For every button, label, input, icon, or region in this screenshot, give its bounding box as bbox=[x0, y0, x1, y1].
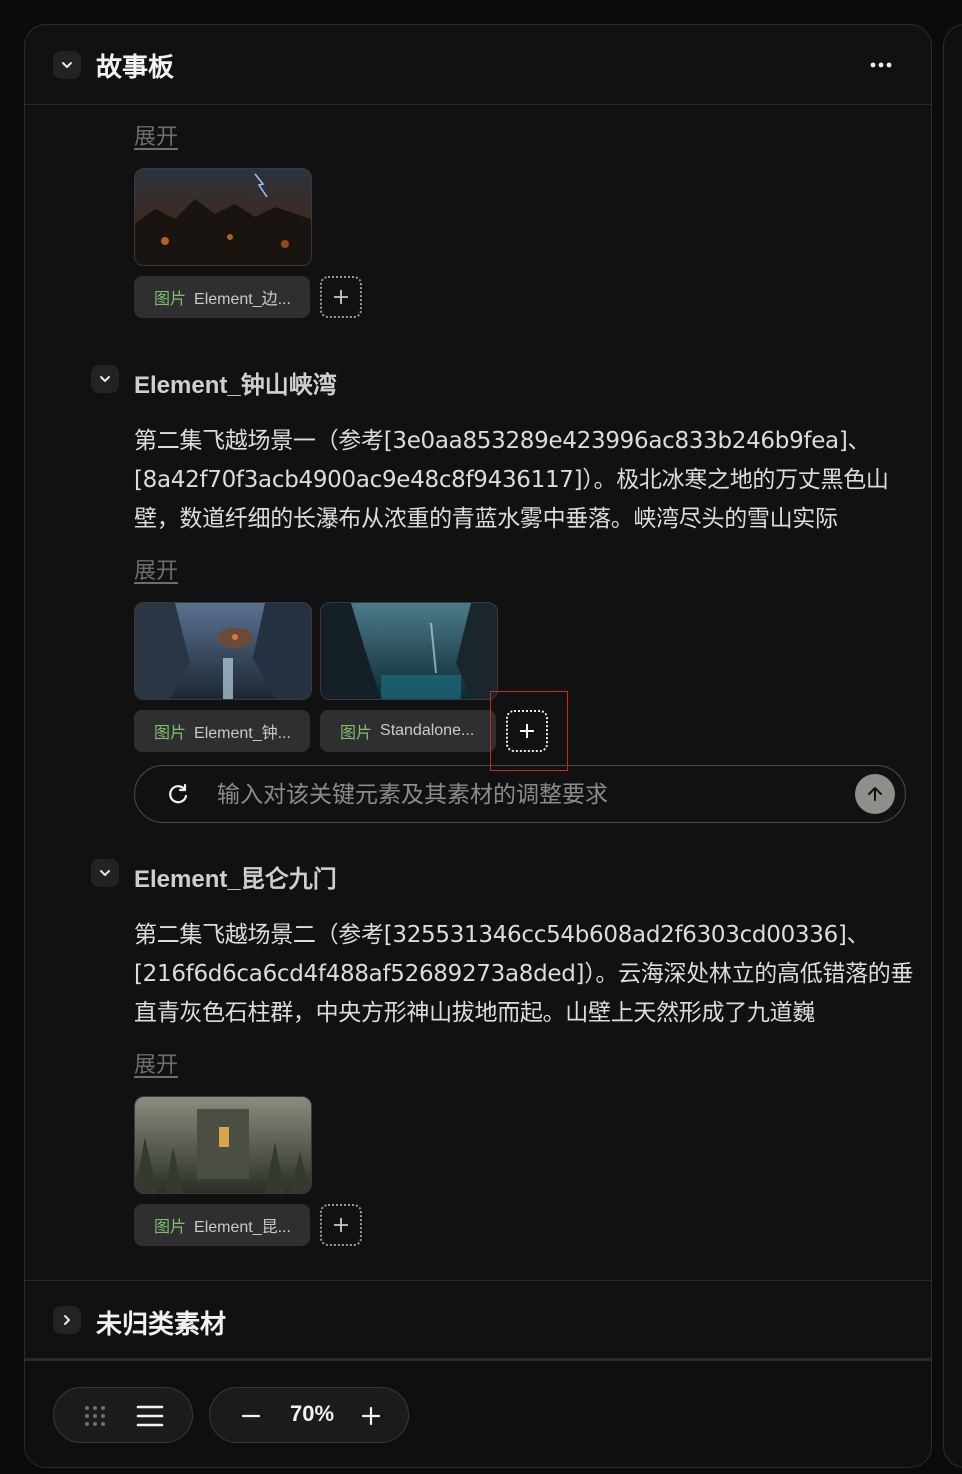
waterfall-cliff-image bbox=[135, 603, 311, 699]
asset-type-label: 图片 bbox=[154, 725, 187, 742]
asset-thumbnail[interactable] bbox=[134, 602, 312, 700]
asset-name: Element_昆... bbox=[194, 1219, 291, 1236]
asset-thumbnail[interactable] bbox=[134, 1096, 312, 1194]
chevron-down-icon bbox=[100, 870, 110, 876]
bottom-toolbar: 70% bbox=[25, 1358, 931, 1467]
asset-type-label: 图片 bbox=[340, 725, 373, 742]
asset-thumbnail[interactable] bbox=[134, 168, 312, 266]
asset-name: Element_钟... bbox=[194, 725, 291, 742]
zoom-in-icon[interactable] bbox=[362, 1407, 380, 1425]
collapse-section-button[interactable] bbox=[91, 365, 119, 393]
asset-thumbnail[interactable] bbox=[320, 602, 498, 700]
asset-chip[interactable]: 图片 Standalone... bbox=[320, 710, 496, 752]
asset-chip[interactable]: 图片 Element_昆... bbox=[134, 1204, 310, 1246]
asset-chip[interactable]: 图片 Element_边... bbox=[134, 276, 310, 318]
zoom-level: 70% bbox=[290, 1401, 335, 1426]
asset-type-label: 图片 bbox=[154, 1219, 187, 1236]
asset-name: Element_边... bbox=[194, 291, 291, 308]
battle-scene-image bbox=[135, 169, 311, 265]
more-options-icon[interactable] bbox=[865, 53, 897, 77]
add-asset-button[interactable] bbox=[320, 276, 362, 318]
expand-uncategorized-button[interactable] bbox=[53, 1306, 81, 1334]
selection-highlight bbox=[490, 691, 568, 771]
adjustment-input[interactable] bbox=[215, 776, 819, 814]
chevron-right-icon bbox=[64, 1315, 70, 1325]
chevron-down-icon bbox=[100, 376, 110, 382]
section-description: 第二集飞越场景二（参考[325531346cc54b608ad2f6303cd0… bbox=[134, 922, 914, 1026]
expand-link[interactable]: 展开 bbox=[134, 119, 178, 151]
collapse-section-button[interactable] bbox=[91, 859, 119, 887]
plus-icon bbox=[334, 1218, 348, 1232]
mountain-temple-image bbox=[135, 1097, 311, 1193]
asset-name: Standalone... bbox=[380, 722, 475, 739]
adjustment-input-bar[interactable] bbox=[134, 765, 906, 823]
expand-link[interactable]: 展开 bbox=[134, 553, 178, 585]
arrow-up-icon bbox=[868, 787, 882, 801]
list-view-icon[interactable] bbox=[136, 1404, 164, 1428]
section-title: Element_昆仑九门 bbox=[134, 866, 337, 893]
adjacent-panel-edge bbox=[943, 24, 962, 1468]
zoom-out-icon[interactable] bbox=[242, 1408, 260, 1424]
add-asset-button[interactable] bbox=[320, 1204, 362, 1246]
section-title: Element_钟山峡湾 bbox=[134, 372, 337, 399]
refresh-icon[interactable] bbox=[165, 781, 191, 807]
storyboard-panel: 故事板 展开 图片 Element_边... Element_钟山峡湾 第二集飞… bbox=[24, 24, 932, 1468]
panel-header: 故事板 bbox=[25, 25, 931, 105]
asset-chip[interactable]: 图片 Element_钟... bbox=[134, 710, 310, 752]
divider bbox=[25, 1280, 931, 1281]
plus-icon bbox=[334, 290, 348, 304]
fjord-lake-image bbox=[321, 603, 497, 699]
view-mode-toggle bbox=[53, 1387, 193, 1443]
uncategorized-title: 未归类素材 bbox=[96, 1309, 227, 1339]
chevron-down-icon bbox=[62, 62, 72, 68]
collapse-storyboard-button[interactable] bbox=[53, 51, 81, 79]
grid-view-icon[interactable] bbox=[84, 1405, 106, 1427]
panel-title: 故事板 bbox=[96, 52, 175, 82]
send-button[interactable] bbox=[855, 774, 895, 814]
zoom-control: 70% bbox=[209, 1387, 409, 1443]
section-description: 第二集飞越场景一（参考[3e0aa853289e423996ac833b246b… bbox=[134, 428, 889, 532]
expand-link[interactable]: 展开 bbox=[134, 1047, 178, 1079]
asset-type-label: 图片 bbox=[154, 291, 187, 308]
